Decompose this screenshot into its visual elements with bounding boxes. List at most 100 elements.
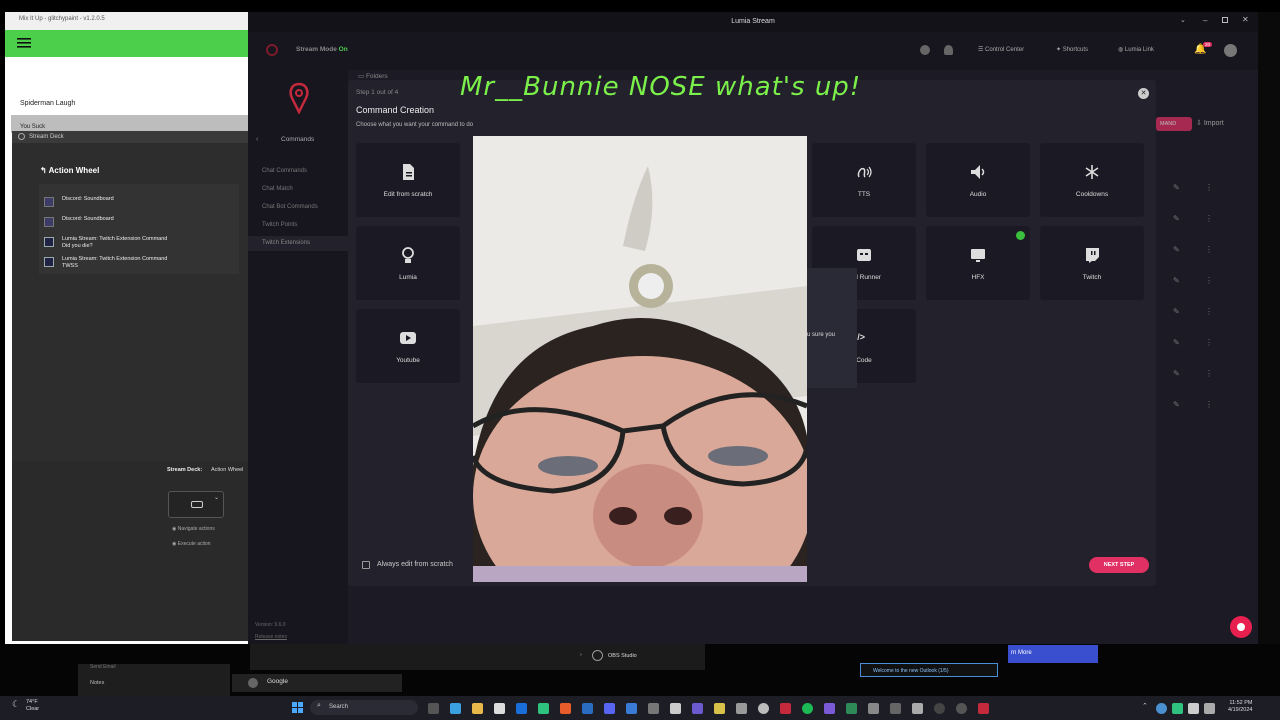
firefox-icon[interactable] [560,703,571,714]
outlook-icon[interactable] [516,703,527,714]
modal-close-icon[interactable]: ✕ [1138,88,1149,99]
chrome-icon[interactable] [538,703,549,714]
control-center-button[interactable]: ☰ Control Center [978,46,1024,53]
edit-icon[interactable]: ✎ [1173,265,1199,296]
next-step-button[interactable]: NEXT STEP [1089,557,1149,573]
app-icon[interactable] [956,703,967,714]
obs-studio-label[interactable]: OBS Studio [608,653,637,659]
back-icon[interactable]: ‹ [256,136,258,143]
windows-start-icon[interactable] [292,702,303,713]
app-icon[interactable] [912,703,923,714]
minimize-icon[interactable]: – [1203,16,1207,25]
back-arrow-icon[interactable]: ↰ [40,166,49,175]
app-icon[interactable] [736,703,747,714]
shortcuts-button[interactable]: ✦ Shortcuts [1056,46,1088,53]
steam-icon[interactable] [582,703,593,714]
spotify-icon[interactable] [802,703,813,714]
action-item[interactable]: Discord: Soundboard [62,196,242,203]
action-item[interactable]: Discord: Soundboard [62,216,242,223]
edge-icon[interactable] [450,703,461,714]
edit-icon[interactable]: ✎ [1173,203,1199,234]
app-icon[interactable] [846,703,857,714]
more-icon[interactable]: ⋮ [1205,296,1217,327]
app-icon[interactable] [692,703,703,714]
edit-icon[interactable]: ✎ [1173,172,1199,203]
close-icon[interactable]: ✕ [1242,15,1249,24]
learn-more-button[interactable]: rn More [1008,645,1098,663]
help-icon[interactable] [920,45,930,55]
sidebar-item-chat-match[interactable]: Chat Match [262,186,293,192]
app-icon[interactable] [890,703,901,714]
store-icon[interactable] [494,703,505,714]
more-icon[interactable]: ⋮ [1205,327,1217,358]
more-icon[interactable]: ⋮ [1205,234,1217,265]
weather-widget[interactable]: 74°F Clear [26,699,39,713]
edit-icon[interactable]: ✎ [1173,327,1199,358]
lumia-taskbar-icon[interactable] [978,703,989,714]
card-cooldowns[interactable]: Cooldowns [1040,143,1144,217]
sidebar-commands-heading: Commands [281,136,315,143]
more-icon[interactable]: ⋮ [1205,172,1217,203]
file-explorer-icon[interactable] [472,703,483,714]
card-tts[interactable]: TTS [812,143,916,217]
action-spiderman-laugh[interactable]: Spiderman Laugh [5,100,249,107]
avatar[interactable] [1224,44,1237,57]
hamburger-menu-icon[interactable] [17,38,31,48]
task-view-icon[interactable] [428,703,439,714]
add-command-button[interactable]: MAND [1156,117,1192,131]
google-tab[interactable]: Google [232,674,402,692]
import-button[interactable]: ⇩ Import [1196,119,1224,127]
edit-icon[interactable]: ✎ [1173,389,1199,420]
more-icon[interactable]: ⋮ [1205,203,1217,234]
release-notes-link[interactable]: Release notes [255,634,287,640]
app-icon[interactable] [868,703,879,714]
tray-chevron-icon[interactable]: ⌃ [1142,702,1148,710]
taskbar-search[interactable]: ⌕ Search [310,700,418,715]
discord-icon[interactable] [604,703,615,714]
lumia-link-button[interactable]: ◍ Lumia Link [1118,46,1154,53]
more-icon[interactable]: ⋮ [1205,265,1217,296]
edit-icon[interactable]: ✎ [1173,234,1199,265]
card-youtube[interactable]: Youtube [356,309,460,383]
tray-icon[interactable] [1156,703,1167,714]
obs-taskbar-icon[interactable] [934,703,945,714]
edit-icon[interactable]: ✎ [1173,296,1199,327]
stream-deck-value[interactable]: Action Wheel [211,467,243,473]
card-twitch[interactable]: Twitch [1040,226,1144,300]
stream-mode-toggle[interactable]: Stream Mode On [296,46,348,53]
edit-icon[interactable]: ✎ [1173,358,1199,389]
sidebar-item-chat-bot-commands[interactable]: Chat Bot Commands [262,204,318,210]
outlook-toast[interactable]: Welcome to the new Outlook (1/5) [860,663,998,677]
card-hfx[interactable]: HFX [926,226,1030,300]
wifi-icon[interactable] [1204,703,1215,714]
more-icon[interactable]: ⋮ [1205,358,1217,389]
app-icon[interactable] [626,703,637,714]
card-lumia[interactable]: Lumia [356,226,460,300]
lumia-taskbar-icon[interactable] [780,703,791,714]
action-item[interactable]: Lumia Stream: Twitch Extension Command Di… [62,236,242,250]
sidebar-item-twitch-extensions[interactable]: Twitch Extensions [262,240,310,246]
more-icon[interactable]: ⋮ [1205,389,1217,420]
app-icon[interactable] [758,703,769,714]
app-icon[interactable] [670,703,681,714]
tray-icon[interactable] [1188,703,1199,714]
maximize-icon[interactable] [1222,17,1228,23]
chat-bubble-button[interactable] [1230,616,1252,638]
user-icon[interactable] [944,45,953,55]
folders-label[interactable]: ▭ Folders [358,72,388,80]
device-select[interactable]: ⌄ [168,491,224,518]
card-audio[interactable]: Audio [926,143,1030,217]
app-icon[interactable] [648,703,659,714]
tray-icon[interactable] [1172,703,1183,714]
app-icon[interactable] [824,703,835,714]
stream-mode-icon[interactable] [266,44,278,56]
notes-label[interactable]: Notes [90,680,104,686]
sidebar-item-chat-commands[interactable]: Chat Commands [262,168,307,174]
always-scratch-checkbox[interactable] [362,561,370,569]
card-edit-from-scratch[interactable]: Edit from scratch [356,143,460,217]
app-icon[interactable] [714,703,725,714]
sidebar-item-twitch-points[interactable]: Twitch Points [262,222,297,228]
clock[interactable]: 11:52 PM 4/19/2024 [1228,700,1252,714]
action-item[interactable]: Lumia Stream: Twitch Extension Command TW… [62,256,242,270]
chevron-down-icon[interactable]: ⌄ [1180,16,1186,24]
